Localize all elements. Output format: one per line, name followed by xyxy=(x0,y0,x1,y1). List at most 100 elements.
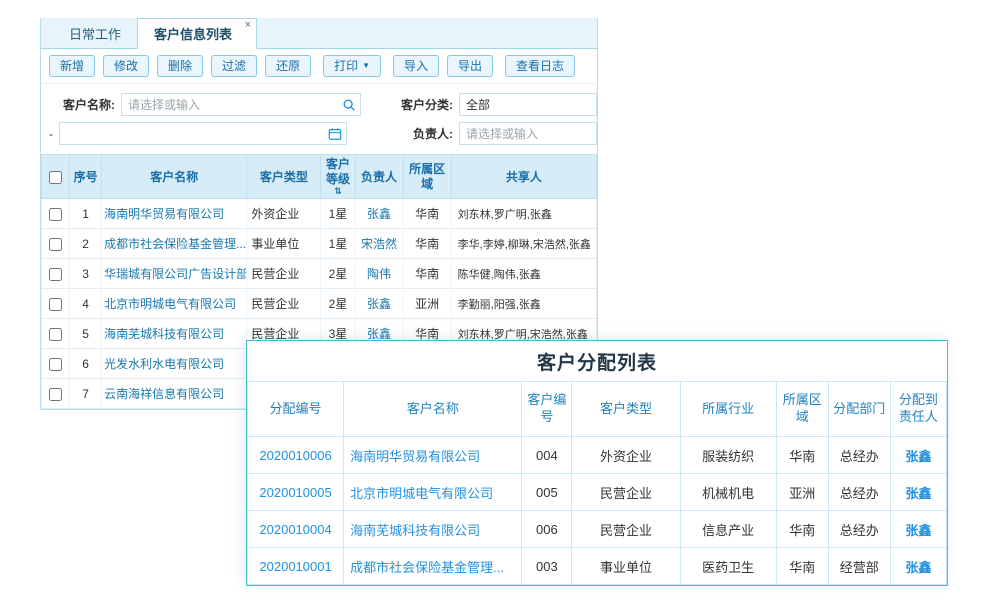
customer-category-select[interactable] xyxy=(459,93,597,116)
row-checkbox[interactable] xyxy=(49,388,62,401)
header-customer-level[interactable]: 客户等级 ⇅ xyxy=(321,155,355,199)
customer-name-link[interactable]: 光发水利水电有限公司 xyxy=(102,349,247,379)
date-input[interactable] xyxy=(59,122,347,145)
select-all-cell xyxy=(42,155,70,199)
modify-button[interactable]: 修改 xyxy=(103,55,149,77)
customer-no-cell: 004 xyxy=(522,437,572,474)
dept-cell: 总经办 xyxy=(828,511,890,548)
region-cell: 华南 xyxy=(403,259,451,289)
assignee-link[interactable]: 张鑫 xyxy=(890,437,946,474)
row-checkbox[interactable] xyxy=(49,238,62,251)
print-button-label: 打印 xyxy=(334,59,358,73)
customer-name-link[interactable]: 海南芜城科技有限公司 xyxy=(102,319,247,349)
row-checkbox-cell xyxy=(42,289,70,319)
row-checkbox[interactable] xyxy=(49,208,62,221)
date-range-separator: - xyxy=(49,127,53,141)
row-index: 7 xyxy=(70,379,102,409)
allocation-table-body: 2020010006 海南明华贸易有限公司 004 外资企业 服装纺织 华南 总… xyxy=(248,437,947,585)
caret-down-icon: ▼ xyxy=(362,62,370,70)
customer-row[interactable]: 4 北京市明城电气有限公司 民营企业 2星 张鑫 亚洲 李勤丽,阳强,张鑫 xyxy=(42,289,597,319)
allocation-id-link[interactable]: 2020010004 xyxy=(248,511,344,548)
delete-button[interactable]: 删除 xyxy=(157,55,203,77)
toolbar: 新增 修改 删除 过滤 还原 打印 ▼ 导入 导出 查看日志 xyxy=(41,49,597,84)
allocation-id-link[interactable]: 2020010005 xyxy=(248,474,344,511)
allocation-table: 分配编号 客户名称 客户编号 客户类型 所属行业 所属区域 分配部门 分配到责任… xyxy=(247,381,947,585)
customer-category-label: 客户分类: xyxy=(401,96,453,113)
row-checkbox-cell xyxy=(42,349,70,379)
allocation-id-link[interactable]: 2020010006 xyxy=(248,437,344,474)
owner-link[interactable]: 张鑫 xyxy=(355,199,403,229)
row-index: 1 xyxy=(70,199,102,229)
region-cell: 华南 xyxy=(403,199,451,229)
owner-link[interactable]: 张鑫 xyxy=(355,289,403,319)
allocation-table-header-row: 分配编号 客户名称 客户编号 客户类型 所属行业 所属区域 分配部门 分配到责任… xyxy=(248,382,947,437)
row-index: 6 xyxy=(70,349,102,379)
row-index: 3 xyxy=(70,259,102,289)
tab-bar: 日常工作 客户信息列表 × xyxy=(41,18,597,49)
add-button[interactable]: 新增 xyxy=(49,55,95,77)
customer-name-link[interactable]: 成都市社会保险基金管理... xyxy=(344,548,522,585)
tab-daily-work[interactable]: 日常工作 xyxy=(53,18,137,48)
header-region: 所属区域 xyxy=(403,155,451,199)
assignee-link[interactable]: 张鑫 xyxy=(890,548,946,585)
print-button[interactable]: 打印 ▼ xyxy=(323,55,381,77)
calendar-icon[interactable] xyxy=(328,127,342,141)
allocation-id-link[interactable]: 2020010001 xyxy=(248,548,344,585)
customer-table-header-row: 序号 客户名称 客户类型 客户等级 ⇅ 负责人 所属区域 共享人 xyxy=(42,155,597,199)
region-cell: 华南 xyxy=(776,511,828,548)
tab-customer-info-list[interactable]: 客户信息列表 × xyxy=(137,18,257,49)
row-checkbox[interactable] xyxy=(49,358,62,371)
view-log-button[interactable]: 查看日志 xyxy=(505,55,575,77)
restore-button[interactable]: 还原 xyxy=(265,55,311,77)
header-allocation-dept: 分配部门 xyxy=(828,382,890,437)
filter-button[interactable]: 过滤 xyxy=(211,55,257,77)
export-button[interactable]: 导出 xyxy=(447,55,493,77)
customer-name-link[interactable]: 海南明华贸易有限公司 xyxy=(102,199,247,229)
shared-people-cell: 李勤丽,阳强,张鑫 xyxy=(451,289,596,319)
owner-link[interactable]: 宋浩然 xyxy=(355,229,403,259)
close-icon[interactable]: × xyxy=(245,20,251,31)
row-checkbox-cell xyxy=(42,319,70,349)
customer-type-cell: 外资企业 xyxy=(247,199,321,229)
allocation-row[interactable]: 2020010001 成都市社会保险基金管理... 003 事业单位 医药卫生 … xyxy=(248,548,947,585)
header-assignee: 分配到责任人 xyxy=(890,382,946,437)
industry-cell: 信息产业 xyxy=(680,511,776,548)
row-checkbox[interactable] xyxy=(49,298,62,311)
assignee-link[interactable]: 张鑫 xyxy=(890,474,946,511)
allocation-row[interactable]: 2020010006 海南明华贸易有限公司 004 外资企业 服装纺织 华南 总… xyxy=(248,437,947,474)
customer-row[interactable]: 2 成都市社会保险基金管理... 事业单位 1星 宋浩然 华南 李华,李婷,柳琳… xyxy=(42,229,597,259)
row-checkbox-cell xyxy=(42,379,70,409)
customer-row[interactable]: 1 海南明华贸易有限公司 外资企业 1星 张鑫 华南 刘东林,罗广明,张鑫 xyxy=(42,199,597,229)
customer-name-link[interactable]: 华瑞城有限公司广告设计部 xyxy=(102,259,247,289)
sort-icon[interactable]: ⇅ xyxy=(323,187,352,196)
customer-name-link[interactable]: 北京市明城电气有限公司 xyxy=(102,289,247,319)
allocation-row[interactable]: 2020010005 北京市明城电气有限公司 005 民营企业 机械机电 亚洲 … xyxy=(248,474,947,511)
row-checkbox[interactable] xyxy=(49,268,62,281)
header-customer-type: 客户类型 xyxy=(572,382,680,437)
allocation-row[interactable]: 2020010004 海南芜城科技有限公司 006 民营企业 信息产业 华南 总… xyxy=(248,511,947,548)
customer-name-link[interactable]: 云南海祥信息有限公司 xyxy=(102,379,247,409)
shared-people-cell: 李华,李婷,柳琳,宋浩然,张鑫 xyxy=(451,229,596,259)
customer-name-link[interactable]: 成都市社会保险基金管理... xyxy=(102,229,247,259)
customer-name-link[interactable]: 海南芜城科技有限公司 xyxy=(344,511,522,548)
owner-input[interactable] xyxy=(459,122,597,145)
customer-name-input[interactable] xyxy=(121,93,361,116)
header-region: 所属区域 xyxy=(776,382,828,437)
row-index: 4 xyxy=(70,289,102,319)
filter-area: 客户名称: 客户分类: - xyxy=(41,84,597,154)
industry-cell: 医药卫生 xyxy=(680,548,776,585)
region-cell: 亚洲 xyxy=(776,474,828,511)
customer-row[interactable]: 3 华瑞城有限公司广告设计部 民营企业 2星 陶伟 华南 陈华健,陶伟,张鑫 xyxy=(42,259,597,289)
assignee-link[interactable]: 张鑫 xyxy=(890,511,946,548)
row-checkbox[interactable] xyxy=(49,328,62,341)
owner-link[interactable]: 陶伟 xyxy=(355,259,403,289)
search-icon[interactable] xyxy=(342,98,356,112)
import-button[interactable]: 导入 xyxy=(393,55,439,77)
shared-people-cell: 刘东林,罗广明,张鑫 xyxy=(451,199,596,229)
row-index: 5 xyxy=(70,319,102,349)
customer-name-link[interactable]: 海南明华贸易有限公司 xyxy=(344,437,522,474)
industry-cell: 服装纺织 xyxy=(680,437,776,474)
select-all-checkbox[interactable] xyxy=(49,171,62,184)
customer-no-cell: 006 xyxy=(522,511,572,548)
customer-name-link[interactable]: 北京市明城电气有限公司 xyxy=(344,474,522,511)
